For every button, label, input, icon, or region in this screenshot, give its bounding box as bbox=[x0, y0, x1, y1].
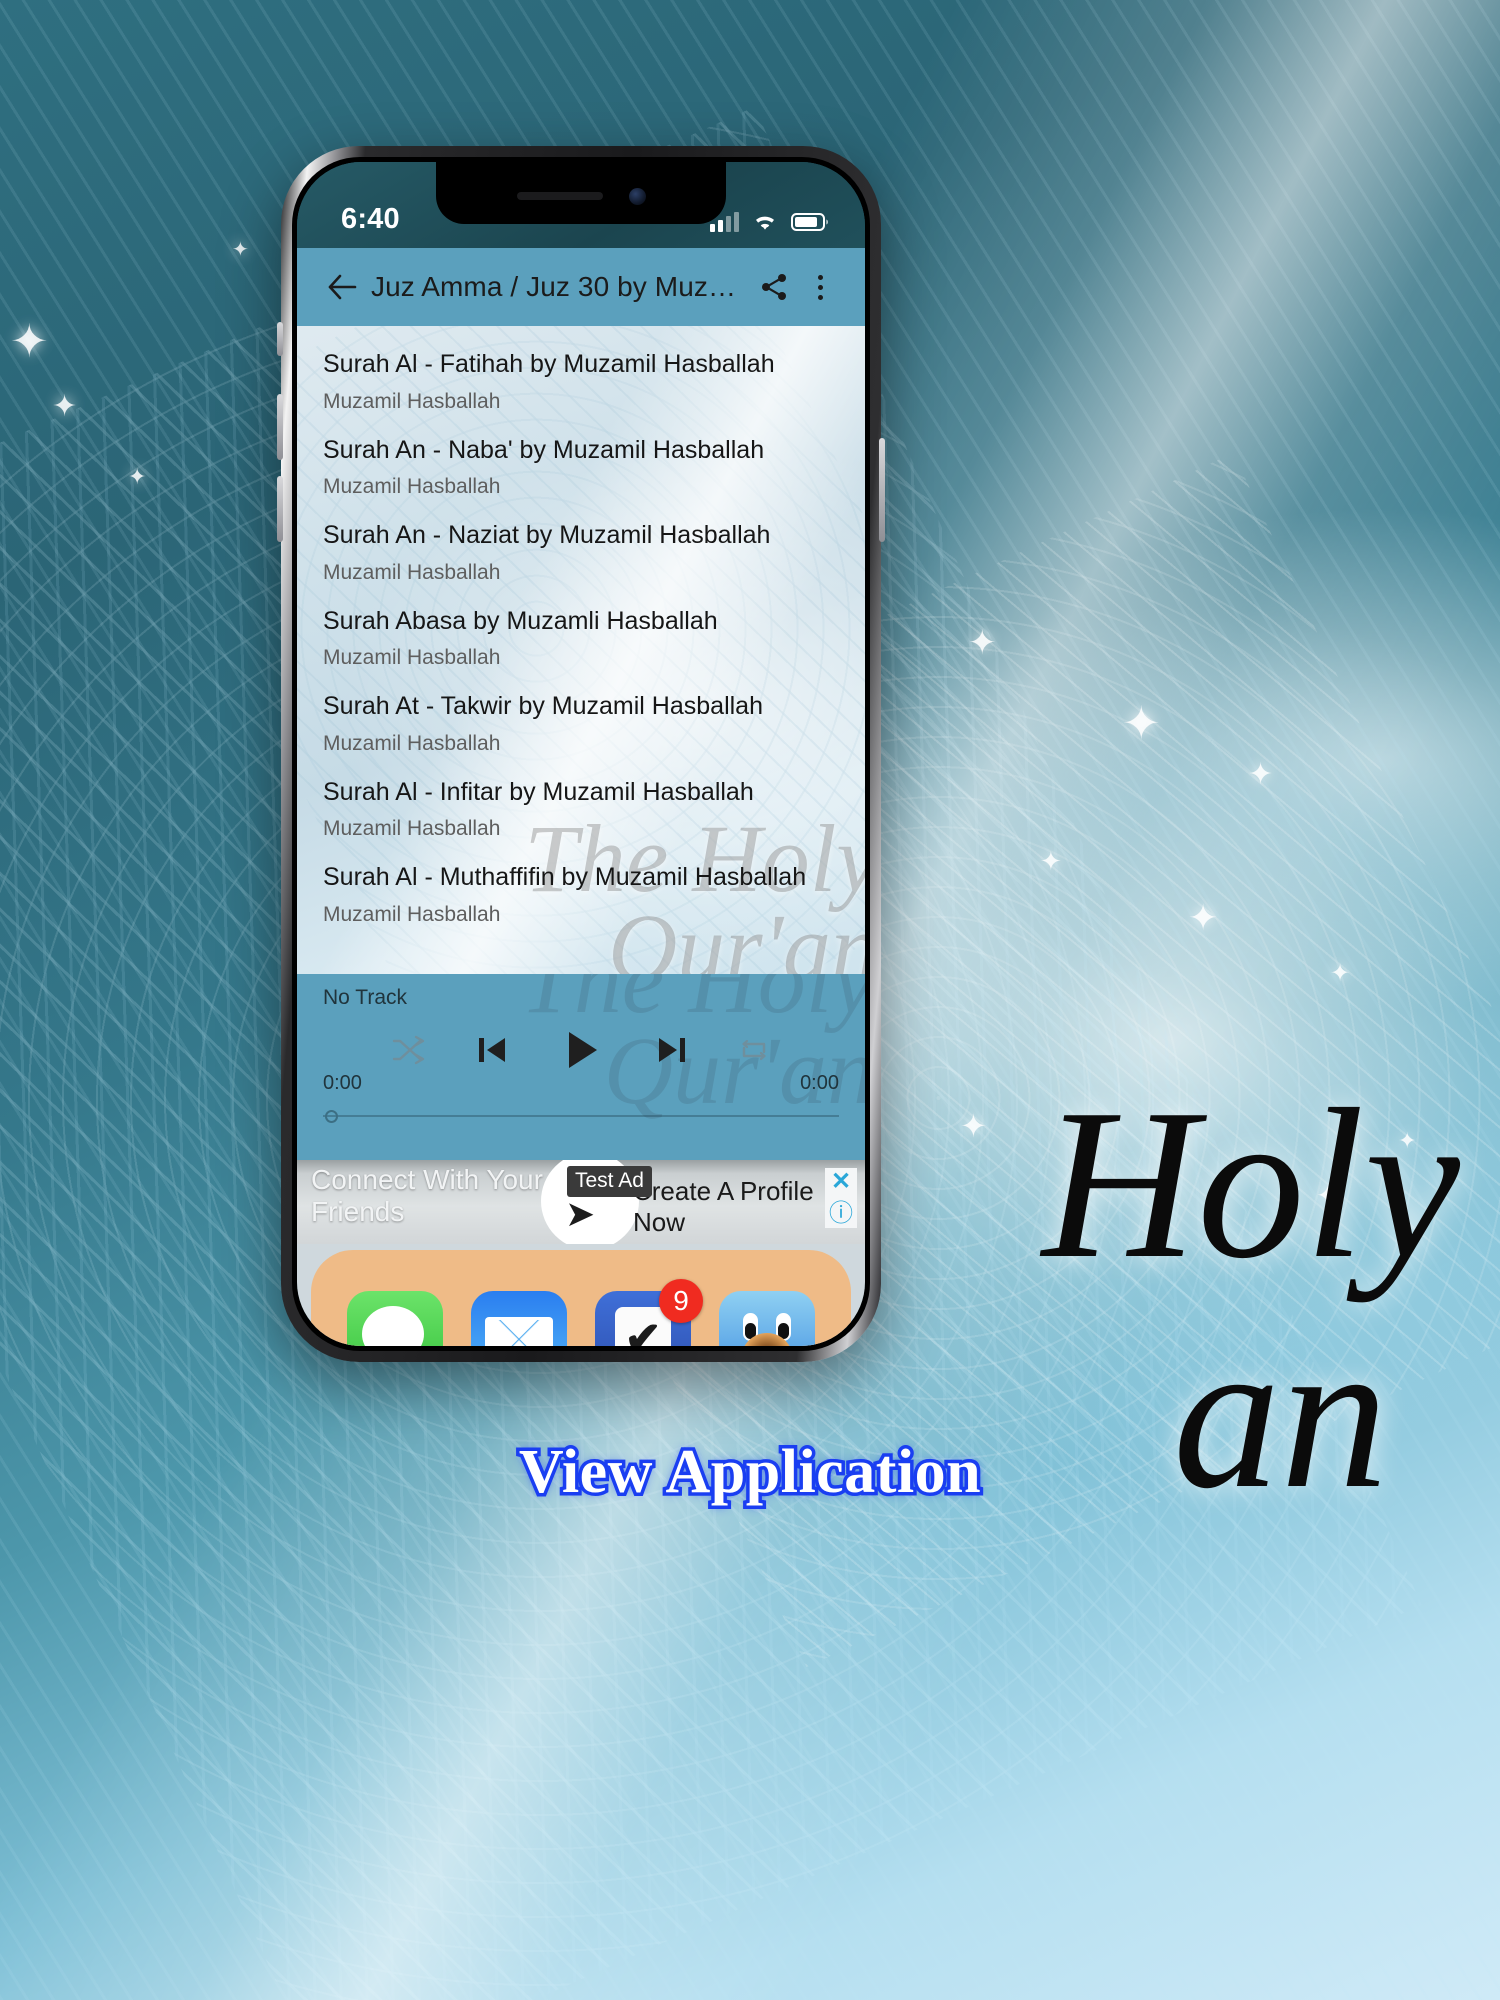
star-icon: ✦ bbox=[232, 239, 249, 261]
player-controls bbox=[323, 1022, 839, 1078]
list-item[interactable]: Surah At - Takwir by Muzamil Hasballah M… bbox=[297, 682, 865, 768]
overflow-menu-icon[interactable] bbox=[797, 264, 843, 310]
star-icon: ✦ bbox=[1248, 758, 1274, 791]
elapsed-time: 0:00 bbox=[323, 1072, 362, 1094]
phone-mockup: 6:40 Juz Amma / Juz 30 by Muza... The Ho… bbox=[277, 146, 885, 1362]
track-title: Surah Abasa by Muzamli Hasballah bbox=[323, 606, 718, 635]
ad-test-badge: Test Ad bbox=[567, 1166, 652, 1197]
skip-previous-icon[interactable] bbox=[472, 1030, 512, 1070]
ios-dock: ✔ 9 bbox=[311, 1250, 851, 1346]
seek-thumb[interactable] bbox=[325, 1110, 338, 1123]
earpiece-speaker bbox=[516, 192, 603, 200]
mail-app-icon[interactable] bbox=[471, 1291, 567, 1346]
star-icon: ✦ bbox=[960, 1108, 987, 1144]
star-icon: ✦ bbox=[128, 464, 147, 489]
repeat-icon[interactable] bbox=[736, 1035, 772, 1065]
track-title: Surah Al - Infitar by Muzamil Hasballah bbox=[323, 777, 754, 806]
track-artist: Muzamil Hasballah bbox=[323, 817, 501, 840]
list-item[interactable]: Surah An - Naziat by Muzamil Hasballah M… bbox=[297, 511, 865, 597]
track-artist: Muzamil Hasballah bbox=[323, 646, 501, 669]
status-badge: 9 bbox=[659, 1279, 703, 1323]
background-word-holy: Holy bbox=[1042, 1064, 1460, 1303]
skip-next-icon[interactable] bbox=[652, 1030, 692, 1070]
star-icon: ✦ bbox=[1122, 697, 1161, 749]
envelope-icon bbox=[485, 1317, 553, 1346]
volume-down-button[interactable] bbox=[277, 476, 283, 542]
star-icon: ✦ bbox=[52, 390, 78, 423]
track-artist: Muzamil Hasballah bbox=[323, 560, 501, 584]
shuffle-icon[interactable] bbox=[390, 1034, 428, 1066]
notch bbox=[436, 162, 726, 224]
info-icon[interactable]: ⓘ bbox=[829, 1202, 853, 1226]
list-item[interactable]: Surah An - Naba' by Muzamil Hasballah Mu… bbox=[297, 426, 865, 512]
share-icon[interactable] bbox=[751, 264, 797, 310]
ad-actions: ✕ ⓘ bbox=[825, 1168, 857, 1228]
phone-bezel: 6:40 Juz Amma / Juz 30 by Muza... The Ho… bbox=[292, 157, 870, 1351]
status-indicators bbox=[710, 212, 829, 232]
track-artist: Muzamil Hasballah bbox=[323, 902, 501, 926]
ios-dock-area: ✔ 9 bbox=[297, 1244, 865, 1346]
star-icon: ✦ bbox=[10, 315, 49, 367]
player-bar: The Holy Qur'an No Track 0:00 0:00 bbox=[297, 974, 865, 1160]
track-list: Surah Al - Fatihah by Muzamil Hasballah … bbox=[297, 326, 865, 939]
wifi-icon bbox=[756, 216, 774, 230]
things-app-icon[interactable]: ✔ 9 bbox=[595, 1279, 703, 1346]
star-icon: ✦ bbox=[968, 624, 997, 662]
track-title: Surah Al - Muthaffifin by Muzamil Hasbal… bbox=[323, 863, 807, 891]
seek-slider[interactable] bbox=[323, 1107, 839, 1125]
list-item[interactable]: Surah Al - Infitar by Muzamil Hasballah … bbox=[297, 768, 865, 854]
track-artist: Muzamil Hasballah bbox=[323, 389, 501, 413]
list-item[interactable]: Surah Al - Fatihah by Muzamil Hasballah … bbox=[297, 340, 865, 426]
status-time: 6:40 bbox=[341, 203, 400, 235]
star-icon: ✦ bbox=[1330, 960, 1351, 987]
star-icon: ✦ bbox=[1188, 897, 1219, 938]
track-title: Surah At - Takwir by Muzamil Hasballah bbox=[323, 692, 763, 720]
list-item[interactable]: Surah Abasa by Muzamli Hasballah Muzamil… bbox=[297, 597, 865, 683]
track-artist: Muzamil Hasballah bbox=[323, 731, 501, 755]
ad-banner[interactable]: Connect With Your Friends ➤ Test Ad Crea… bbox=[297, 1160, 865, 1244]
play-icon[interactable] bbox=[556, 1024, 608, 1076]
phone-screen: 6:40 Juz Amma / Juz 30 by Muza... The Ho… bbox=[297, 162, 865, 1346]
power-button[interactable] bbox=[879, 438, 885, 542]
total-time: 0:00 bbox=[800, 1072, 839, 1094]
close-icon[interactable]: ✕ bbox=[831, 1170, 851, 1194]
track-title: Surah An - Naziat by Muzamil Hasballah bbox=[323, 521, 771, 549]
app-bar: Juz Amma / Juz 30 by Muza... bbox=[297, 248, 865, 326]
battery-icon bbox=[791, 213, 828, 231]
volume-up-button[interactable] bbox=[277, 394, 283, 460]
player-times: 0:00 0:00 bbox=[323, 1072, 839, 1095]
mute-switch[interactable] bbox=[277, 322, 283, 356]
ad-arrow-icon: ➤ bbox=[565, 1193, 596, 1234]
page-title: Juz Amma / Juz 30 by Muza... bbox=[371, 271, 748, 302]
tweetbot-app-icon[interactable] bbox=[719, 1291, 815, 1346]
seek-track bbox=[323, 1115, 839, 1117]
messages-app-icon[interactable] bbox=[347, 1291, 443, 1346]
track-list-area[interactable]: The Holy Qur'an Surah Al - Fatihah by Muz… bbox=[297, 326, 865, 974]
track-title: Surah An - Naba' by Muzamil Hasballah bbox=[323, 435, 765, 464]
track-title: Surah Al - Fatihah by Muzamil Hasballah bbox=[323, 350, 775, 378]
track-artist: Muzamil Hasballah bbox=[323, 475, 501, 498]
view-application-cta[interactable]: View Application bbox=[0, 1435, 1500, 1510]
front-camera-icon bbox=[628, 187, 646, 205]
back-arrow-icon[interactable] bbox=[319, 264, 365, 310]
list-item[interactable]: Surah Al - Muthaffifin by Muzamil Hasbal… bbox=[297, 853, 865, 939]
player-track-label: No Track bbox=[323, 986, 408, 1009]
star-icon: ✦ bbox=[1040, 846, 1062, 876]
status-bar: 6:40 bbox=[297, 162, 865, 248]
